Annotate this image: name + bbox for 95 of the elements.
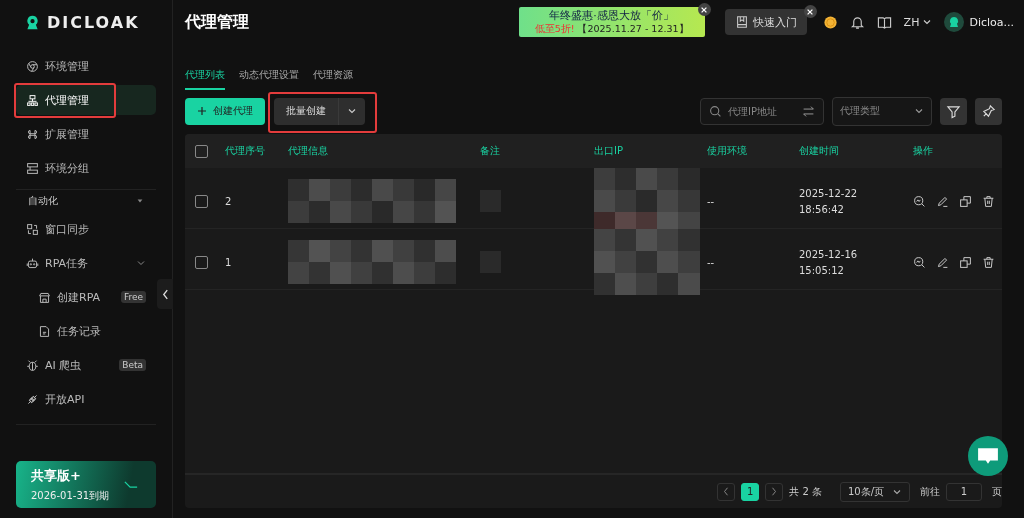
chat-icon <box>977 447 999 465</box>
page-title: 代理管理 <box>185 11 250 33</box>
bug-icon <box>26 358 39 372</box>
nav-item[interactable]: 任务记录 <box>16 316 156 346</box>
network-icon <box>26 93 39 107</box>
chevron-down-icon <box>347 106 357 116</box>
caret-icon[interactable] <box>136 197 144 205</box>
plan-name: 共享版+ <box>31 466 81 485</box>
tab[interactable]: 动态代理设置 <box>239 64 299 90</box>
chevron-right-icon <box>771 487 778 496</box>
quick-start-button[interactable]: 快速入门 <box>724 9 807 35</box>
language-selector[interactable]: ZH <box>903 15 933 29</box>
nav-item[interactable]: 窗口同步 <box>16 214 156 244</box>
promo-discount: 低至5折! <box>534 23 575 36</box>
search-icon[interactable] <box>913 194 926 208</box>
column-header: 操作 <box>913 144 934 158</box>
table-cell-text: -- <box>707 256 716 268</box>
copy-icon[interactable] <box>959 194 972 208</box>
group-icon <box>26 161 39 175</box>
close-icon <box>700 5 709 14</box>
proxy-type-select[interactable]: 代理类型 <box>832 96 932 126</box>
promo-banner[interactable]: 年终盛惠·感恩大放「价」 低至5折! 【2025.11.27 - 12.31】 <box>518 7 705 37</box>
nav-item[interactable]: AI 爬虫 Beta <box>16 350 156 380</box>
section-label: 自动化 <box>28 194 58 208</box>
created-time: 15:05:12 <box>799 264 845 276</box>
nav-item[interactable]: 开放API <box>16 384 156 414</box>
nav-item[interactable]: RPA任务 <box>16 248 156 278</box>
badge: Beta <box>119 359 146 371</box>
robot-icon <box>26 256 39 270</box>
logo-text: DICLOAK <box>47 12 140 32</box>
page-suffix: 页 <box>992 484 1002 499</box>
column-header: 代理序号 <box>225 144 266 158</box>
clear-button[interactable] <box>975 97 1002 125</box>
page-input[interactable]: 1 <box>946 482 982 501</box>
row-checkbox[interactable] <box>195 255 208 269</box>
filter-icon <box>946 103 961 119</box>
book-icon[interactable] <box>876 14 892 30</box>
plus-icon <box>197 106 207 116</box>
created-date: 2025-12-16 <box>799 248 859 260</box>
edit-icon[interactable] <box>936 194 949 208</box>
plan-expiry: 2026-01-31到期 <box>31 488 110 503</box>
filter-button[interactable] <box>940 97 967 125</box>
collapse-button[interactable] <box>157 279 173 309</box>
search-field[interactable]: 代理IP地址 <box>700 97 824 125</box>
chevron-down-icon <box>914 106 924 116</box>
nav-item[interactable]: 扩展管理 <box>16 119 156 149</box>
nav-item[interactable]: 环境管理 <box>16 51 156 81</box>
browser-icon <box>26 59 39 73</box>
delete-icon[interactable] <box>982 194 995 208</box>
created-time: 18:56:42 <box>799 203 845 215</box>
tab[interactable]: 代理资源 <box>313 64 353 90</box>
user-name[interactable]: Dicloa... <box>969 15 1014 29</box>
document-icon <box>38 324 51 338</box>
column-header: 使用环境 <box>707 144 748 158</box>
table-cell-text: 1 <box>225 256 233 268</box>
plan-card[interactable]: 共享版+ 2026-01-31到期 <box>16 461 156 508</box>
create-proxy-button[interactable]: 创建代理 <box>185 97 265 125</box>
column-header: 代理信息 <box>288 144 329 158</box>
promo-title: 年终盛惠·感恩大放「价」 <box>549 8 674 23</box>
edit-icon[interactable] <box>936 255 949 269</box>
tab[interactable]: 代理列表 <box>185 64 225 90</box>
coin-icon[interactable] <box>822 14 838 30</box>
promo-dates: 【2025.11.27 - 12.31】 <box>577 23 689 36</box>
total-count: 共 2 条 <box>789 484 822 499</box>
search-icon[interactable] <box>913 255 926 269</box>
link-icon <box>26 392 39 406</box>
row-checkbox[interactable] <box>195 194 208 208</box>
badge: Free <box>120 291 146 303</box>
chevron-down-icon <box>922 17 933 27</box>
windows-icon <box>26 222 39 236</box>
goto-label: 前往 <box>920 484 940 499</box>
page-button[interactable]: 1 <box>741 482 760 501</box>
column-header: 出口IP <box>594 144 624 158</box>
column-header: 创建时间 <box>799 144 840 158</box>
logo-icon <box>24 13 41 31</box>
command-icon <box>26 127 39 141</box>
delete-icon[interactable] <box>982 255 995 269</box>
select-all-checkbox[interactable] <box>195 144 208 158</box>
nav-item[interactable]: 创建RPA Free <box>16 282 156 312</box>
avatar-icon[interactable] <box>944 12 965 32</box>
created-date: 2025-12-22 <box>799 187 859 199</box>
close-icon <box>806 7 815 16</box>
page-size-select[interactable]: 10条/页 <box>840 481 910 502</box>
bell-icon[interactable] <box>849 14 865 30</box>
copy-icon[interactable] <box>959 255 972 269</box>
table-cell-text: 2 <box>225 195 233 207</box>
column-header: 备注 <box>480 144 501 158</box>
chevron-left-icon <box>161 288 169 300</box>
nav-item[interactable]: 环境分组 <box>16 153 156 183</box>
swap-icon[interactable] <box>802 104 815 118</box>
nav-item[interactable]: 代理管理 <box>16 85 156 115</box>
book-icon <box>734 15 749 29</box>
table-cell-text: -- <box>707 195 716 207</box>
chevron-left-icon <box>723 487 730 496</box>
store-icon <box>38 290 51 304</box>
